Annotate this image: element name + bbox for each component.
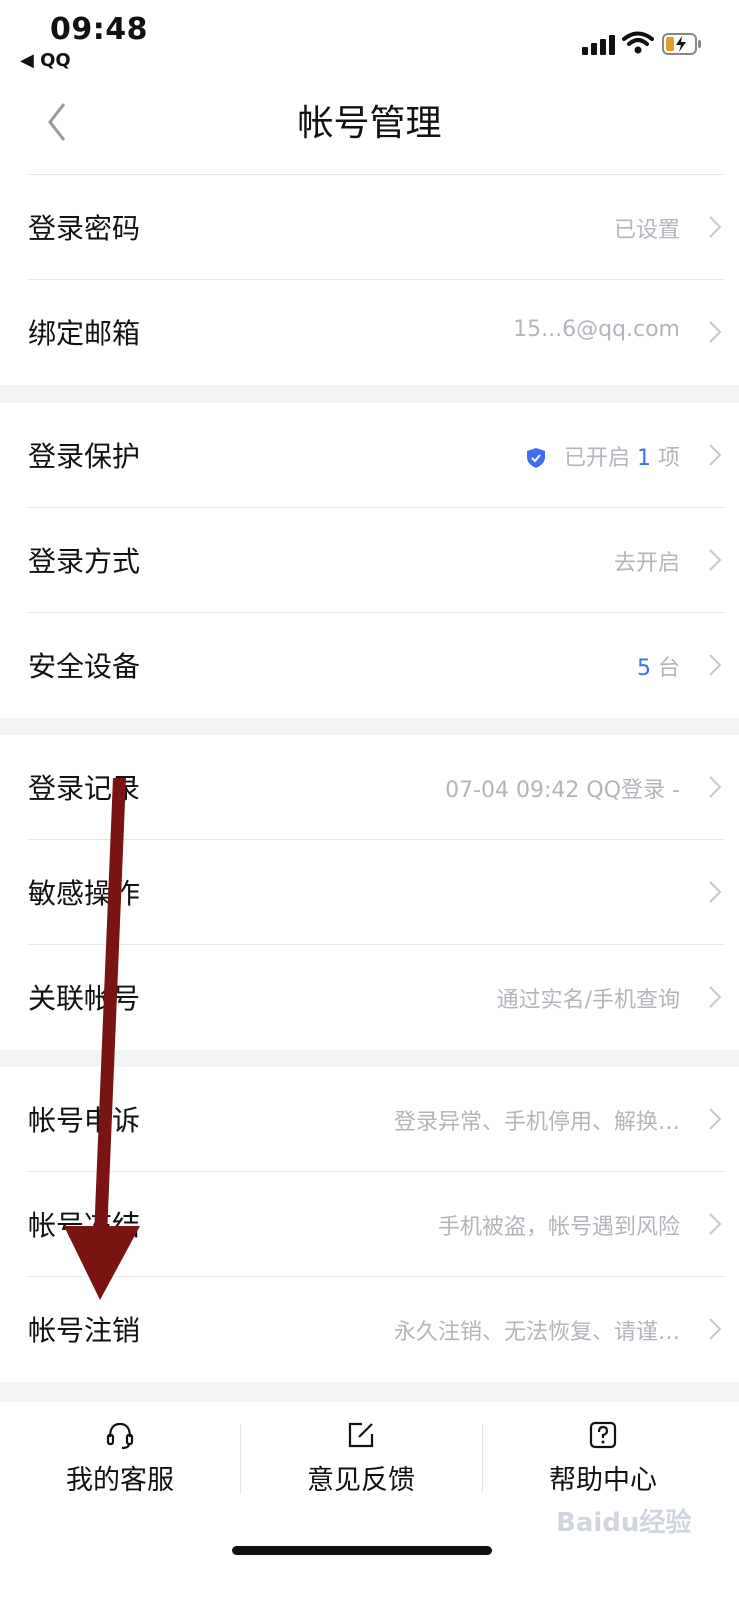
row-label: 关联帐号 (28, 982, 141, 1015)
wifi-icon (622, 31, 654, 54)
row-linked-accounts[interactable]: 关联帐号 通过实名/手机查询 (28, 945, 724, 1050)
row-label: 登录密码 (28, 212, 141, 245)
row-sensitive-operations[interactable]: 敏感操作 (28, 840, 724, 945)
group-account-actions: 帐号申诉 登录异常、手机停用、解换… 帐号冻结 手机被盗，帐号遇到风险 帐号注销… (0, 1067, 739, 1382)
help-icon (589, 1421, 617, 1449)
status-time: 09:48 (50, 12, 148, 47)
row-label: 登录记录 (28, 772, 141, 805)
row-security-devices[interactable]: 安全设备 5 台 (28, 613, 724, 718)
protection-count: 1 (637, 446, 651, 471)
home-indicator[interactable] (232, 1546, 492, 1555)
watermark: Baidu经验 (556, 1508, 692, 1538)
chevron-right-icon (709, 881, 722, 903)
tab-feedback[interactable]: 意见反馈 (241, 1420, 481, 1510)
row-label: 帐号申诉 (28, 1104, 141, 1137)
page-title: 帐号管理 (297, 103, 442, 144)
row-label: 安全设备 (28, 650, 141, 683)
group-password-email: 登录密码 已设置 绑定邮箱 15...6@qq.com (0, 175, 739, 385)
tab-label: 我的客服 (66, 1465, 174, 1496)
row-account-freeze[interactable]: 帐号冻结 手机被盗，帐号遇到风险 (28, 1172, 724, 1277)
row-label: 帐号注销 (28, 1314, 141, 1347)
navigation-bar: 帐号管理 (0, 78, 739, 174)
device-unit: 台 (651, 656, 680, 681)
back-to-app-link[interactable]: ◀ QQ (20, 50, 71, 71)
protection-unit: 项 (651, 446, 680, 471)
tab-label: 帮助中心 (549, 1465, 657, 1496)
row-value: 去开启 (613, 551, 680, 576)
headset-icon (106, 1422, 134, 1450)
chevron-right-icon (709, 216, 722, 238)
group-gap (0, 1050, 739, 1067)
row-value: 手机被盗，帐号遇到风险 (437, 1215, 680, 1240)
chevron-right-icon (709, 549, 722, 571)
row-login-method[interactable]: 登录方式 去开启 (28, 508, 724, 613)
protection-status-text: 已开启 (564, 446, 637, 471)
bottom-toolbar: 我的客服 意见反馈 帮助中心 (0, 1402, 739, 1512)
device-count: 5 (637, 656, 651, 681)
row-label: 登录方式 (28, 545, 141, 578)
tab-customer-service[interactable]: 我的客服 (0, 1420, 240, 1510)
row-label: 登录保护 (28, 440, 141, 473)
chevron-right-icon (709, 321, 722, 343)
row-value: 永久注销、无法恢复、请谨… (393, 1320, 680, 1345)
battery-icon (662, 33, 701, 55)
row-value: 登录异常、手机停用、解换… (393, 1110, 680, 1135)
chevron-right-icon (709, 1318, 722, 1340)
row-value: 已开启 1 项 (526, 440, 680, 472)
row-value: 通过实名/手机查询 (496, 988, 680, 1013)
row-value: 已设置 (613, 218, 680, 243)
edit-icon (348, 1422, 374, 1448)
status-bar: 09:48 ◀ QQ (0, 0, 739, 78)
row-account-appeal[interactable]: 帐号申诉 登录异常、手机停用、解换… (28, 1067, 724, 1172)
group-records: 登录记录 07-04 09:42 QQ登录 - 敏感操作 关联帐号 通过实名/手… (0, 735, 739, 1050)
row-label: 敏感操作 (28, 877, 141, 910)
row-login-protection[interactable]: 登录保护 已开启 1 项 (28, 403, 724, 508)
group-gap (0, 718, 739, 735)
shield-icon (527, 448, 545, 468)
chevron-right-icon (709, 444, 722, 466)
chevron-right-icon (709, 654, 722, 676)
row-label: 帐号冻结 (28, 1209, 141, 1242)
group-gap (0, 1382, 739, 1402)
chevron-right-icon (709, 1108, 722, 1130)
tab-help-center[interactable]: 帮助中心 (483, 1420, 723, 1510)
row-label: 绑定邮箱 (28, 317, 141, 350)
chevron-right-icon (709, 1213, 722, 1235)
row-login-records[interactable]: 登录记录 07-04 09:42 QQ登录 - (28, 735, 724, 840)
chevron-right-icon (709, 776, 722, 798)
row-value: 15...6@qq.com (513, 317, 680, 342)
group-security: 登录保护 已开启 1 项 登录方式 去开启 安全设备 5 台 (0, 403, 739, 718)
chevron-right-icon (709, 986, 722, 1008)
row-bound-email[interactable]: 绑定邮箱 15...6@qq.com (28, 280, 724, 385)
row-login-password[interactable]: 登录密码 已设置 (28, 175, 724, 280)
row-value: 07-04 09:42 QQ登录 - (445, 778, 680, 803)
row-account-deletion[interactable]: 帐号注销 永久注销、无法恢复、请谨… (28, 1277, 724, 1382)
tab-label: 意见反馈 (307, 1465, 415, 1496)
group-gap (0, 385, 739, 403)
row-value: 5 台 (637, 650, 680, 682)
signal-icon (582, 31, 626, 55)
